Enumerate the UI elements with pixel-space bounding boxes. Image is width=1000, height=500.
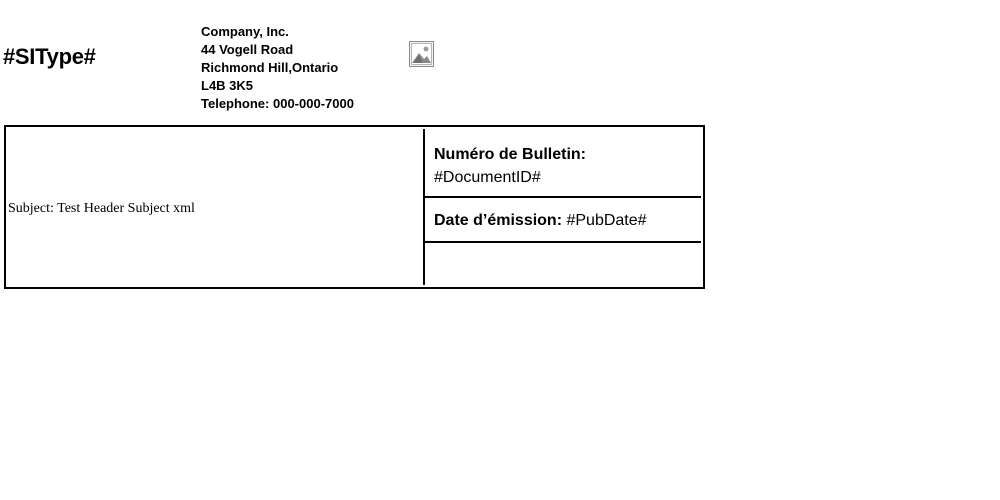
bulletin-number-value: #DocumentID# bbox=[434, 169, 541, 186]
subject-cell: Subject: Test Header Subject xml bbox=[6, 127, 421, 287]
company-street: 44 Vogell Road bbox=[201, 42, 294, 57]
bulletin-number-label: Numéro de Bulletin: bbox=[434, 146, 587, 163]
image-placeholder-icon bbox=[409, 41, 434, 67]
company-name: Company, Inc. bbox=[201, 24, 289, 39]
table-row-divider bbox=[423, 241, 701, 243]
company-city: Richmond Hill,Ontario bbox=[201, 60, 339, 75]
issue-date-label: Date d’émission: bbox=[434, 212, 567, 229]
bulletin-info-table: Subject: Test Header Subject xml Numéro … bbox=[4, 125, 705, 289]
table-vertical-divider bbox=[423, 129, 425, 285]
issue-date-cell: Date d’émission: #PubDate# bbox=[434, 209, 647, 232]
company-telephone: Telephone: 000-000-7000 bbox=[201, 96, 354, 111]
issue-date-value: #PubDate# bbox=[566, 212, 647, 229]
company-postal-code: L4B 3K5 bbox=[201, 78, 254, 93]
table-row-divider bbox=[423, 196, 701, 198]
bulletin-number-cell: Numéro de Bulletin: #DocumentID# bbox=[434, 143, 586, 189]
company-address-block: Company, Inc. 44 Vogell Road Richmond Hi… bbox=[201, 23, 354, 113]
subject-text: Subject: Test Header Subject xml bbox=[8, 201, 195, 216]
si-type-title: #SIType# bbox=[3, 44, 96, 69]
